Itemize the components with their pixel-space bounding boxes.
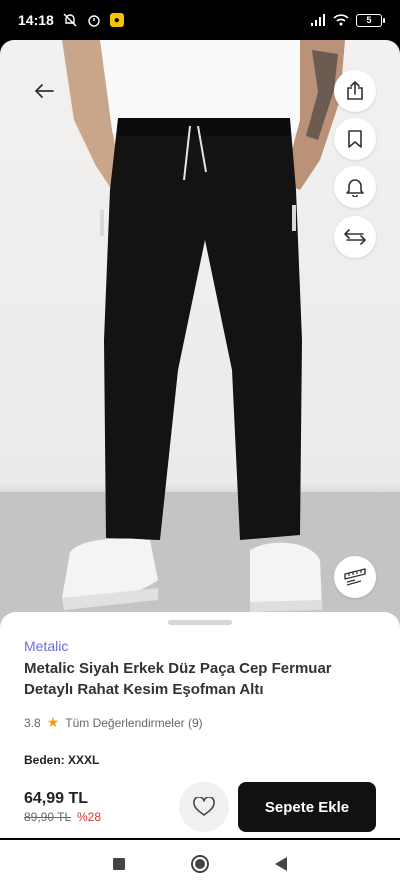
bell-icon xyxy=(346,179,364,197)
product-title: Metalic Siyah Erkek Düz Paça Cep Fermuar… xyxy=(24,660,332,698)
alarm-icon xyxy=(86,12,102,28)
share-icon xyxy=(347,81,363,100)
rating-row[interactable]: 3.8 ★ Tüm Değerlendirmeler (9) xyxy=(24,714,203,731)
compare-button[interactable] xyxy=(334,216,376,258)
rating-value: 3.8 xyxy=(24,715,41,730)
product-image[interactable] xyxy=(0,40,400,630)
share-button[interactable] xyxy=(334,70,376,112)
star-icon: ★ xyxy=(46,714,60,730)
size-label: Beden: XXXL xyxy=(24,753,100,767)
add-to-cart-button[interactable]: Sepete Ekle xyxy=(238,782,376,832)
brand-link[interactable]: Metalic xyxy=(24,638,68,654)
price: 64,99 TL xyxy=(24,790,89,807)
signal-icon xyxy=(310,12,326,28)
recents-icon[interactable] xyxy=(113,858,125,870)
mute-bell-icon xyxy=(62,12,78,28)
reviews-link[interactable]: Tüm Değerlendirmeler (9) xyxy=(65,716,202,730)
app-notification-icon: ● xyxy=(109,13,124,27)
price-alert-button[interactable] xyxy=(334,166,376,208)
bookmark-button[interactable] xyxy=(334,118,376,160)
battery-icon: 5 xyxy=(356,13,385,27)
status-bar: 14:18 ● 5 xyxy=(0,0,400,40)
price-bar: 64,99 TL 89,90 TL %28 Sepete Ekle xyxy=(0,782,400,838)
system-nav-bar xyxy=(0,840,400,888)
heart-icon xyxy=(193,797,215,816)
sheet-handle[interactable] xyxy=(168,620,232,625)
bookmark-icon xyxy=(348,130,362,148)
back-button[interactable] xyxy=(26,76,62,106)
favorite-button[interactable] xyxy=(179,782,229,832)
wifi-icon xyxy=(333,12,349,28)
compare-arrows-icon xyxy=(344,229,366,245)
arrow-left-icon xyxy=(35,84,54,98)
ruler-icon xyxy=(344,568,366,586)
status-time: 14:18 xyxy=(18,12,54,28)
home-icon[interactable] xyxy=(191,855,209,873)
discount-badge: %28 xyxy=(77,810,102,824)
size-guide-button[interactable] xyxy=(334,556,376,598)
old-price: 89,90 TL xyxy=(24,810,72,824)
back-triangle-icon[interactable] xyxy=(275,857,287,871)
